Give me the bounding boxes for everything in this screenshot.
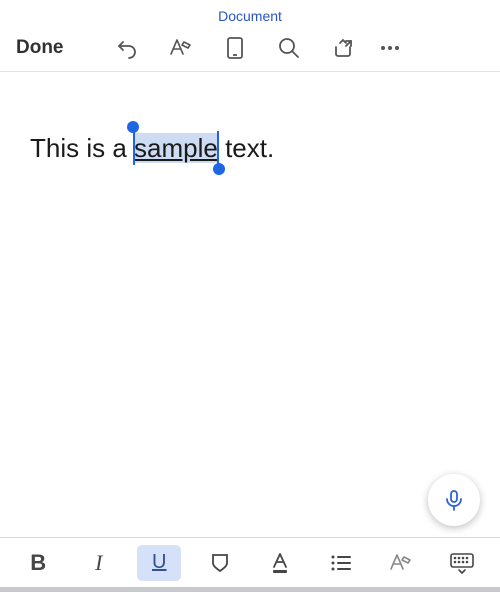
bullet-list-button[interactable] (319, 545, 363, 581)
undo-icon[interactable] (100, 36, 154, 60)
selected-text[interactable]: sample (134, 133, 218, 163)
format-toolbar: B I U (0, 537, 500, 587)
top-toolbar: Done (0, 24, 500, 72)
hide-keyboard-button[interactable] (440, 545, 484, 581)
bottom-edge (0, 587, 500, 592)
underline-button[interactable]: U (137, 545, 181, 581)
search-icon[interactable] (262, 36, 316, 60)
italic-button[interactable]: I (77, 545, 121, 581)
bold-button[interactable]: B (16, 545, 60, 581)
selection-handle-start[interactable] (127, 121, 139, 133)
text-before-selection: This is a (30, 133, 134, 163)
style-icon[interactable] (154, 36, 208, 60)
dictation-button[interactable] (428, 474, 480, 526)
document-canvas[interactable]: This is a sample text. (0, 72, 500, 532)
text-line[interactable]: This is a sample text. (30, 132, 470, 166)
done-button[interactable]: Done (10, 33, 70, 63)
microphone-icon (442, 488, 466, 512)
font-color-button[interactable] (258, 545, 302, 581)
format-pane-button[interactable] (379, 545, 423, 581)
more-icon[interactable] (370, 36, 410, 60)
selection-handle-end[interactable] (213, 163, 225, 175)
text-after-selection: text. (218, 133, 274, 163)
mobile-view-icon[interactable] (208, 36, 262, 60)
highlight-button[interactable] (198, 545, 242, 581)
share-icon[interactable] (316, 36, 370, 60)
document-title[interactable]: Document (0, 0, 500, 24)
